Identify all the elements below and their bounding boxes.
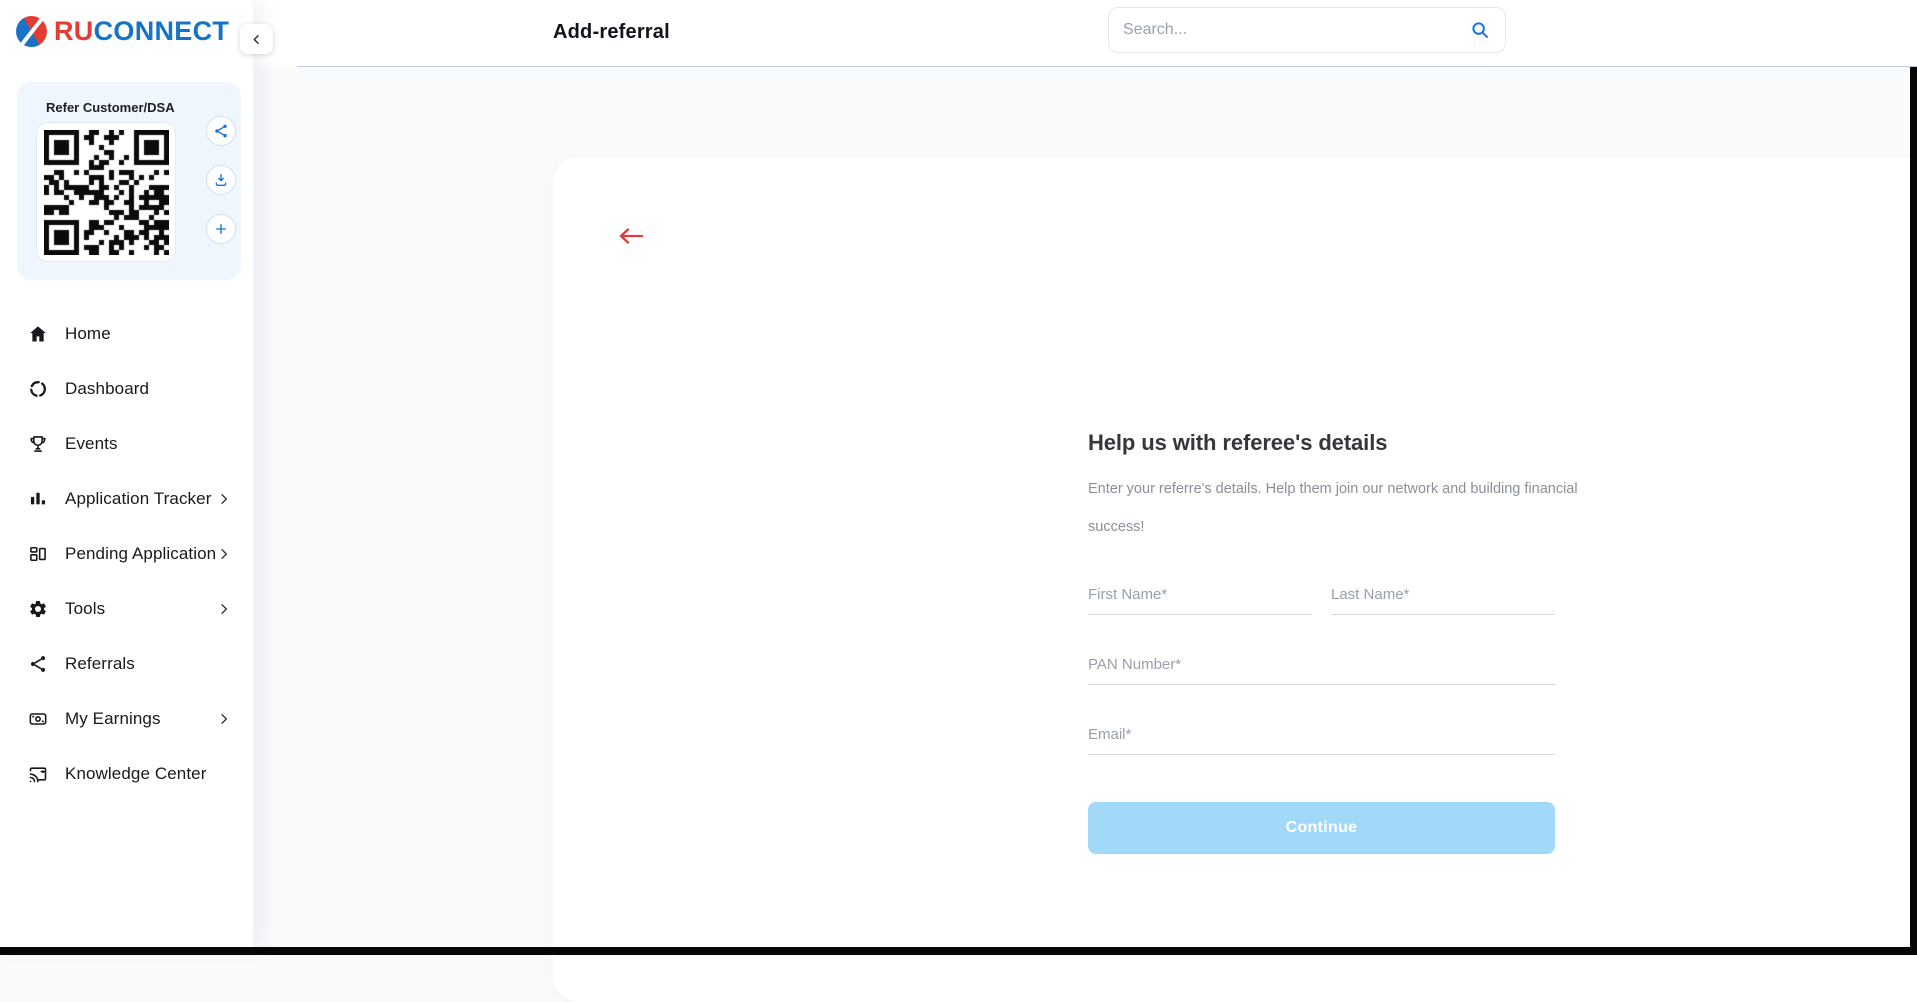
home-icon	[27, 323, 48, 344]
form-heading: Help us with referee's details	[1088, 430, 1555, 456]
sidebar-item-label: My Earnings	[65, 709, 161, 729]
pan-number-field[interactable]	[1088, 645, 1555, 685]
plus-icon	[213, 221, 229, 237]
layout-grid-icon	[27, 543, 48, 564]
form-subtitle: Enter your referre's details. Help them …	[1088, 470, 1623, 546]
qr-code-box	[36, 122, 176, 262]
share-qr-button[interactable]	[206, 116, 236, 146]
cash-icon	[27, 708, 48, 729]
search-bar	[1108, 7, 1506, 53]
continue-button[interactable]: Continue	[1088, 802, 1555, 854]
sidebar-item-label: Knowledge Center	[65, 764, 206, 784]
add-referral-card: Help us with referee's details Enter you…	[553, 157, 1917, 1002]
sidebar-item-label: Home	[65, 324, 111, 344]
refer-card-title: Refer Customer/DSA	[46, 100, 175, 115]
page-title: Add-referral	[553, 21, 670, 44]
horizontal-scrollbar[interactable]	[0, 947, 1917, 955]
sidebar-item-label: Application Tracker	[65, 489, 211, 509]
sidebar-item-label: Dashboard	[65, 379, 149, 399]
last-name-field[interactable]	[1331, 575, 1555, 615]
chevron-right-icon	[216, 601, 232, 617]
arrow-left-icon	[617, 225, 645, 247]
share-network-icon	[27, 653, 48, 674]
sidebar-item-my-earnings[interactable]: My Earnings	[0, 691, 253, 746]
gear-icon	[27, 598, 48, 619]
sidebar-item-events[interactable]: Events	[0, 416, 253, 471]
sidebar-item-label: Events	[65, 434, 118, 454]
ruconnect-logo[interactable]: RUCONNECT	[16, 16, 229, 47]
sidebar: RUCONNECT Refer Customer/DSA	[0, 0, 253, 947]
download-icon	[213, 172, 229, 188]
referee-form: Help us with referee's details Enter you…	[1088, 430, 1555, 854]
sidebar-item-knowledge-center[interactable]: Knowledge Center	[0, 746, 253, 801]
share-icon	[213, 123, 229, 139]
search-input[interactable]	[1123, 21, 1469, 39]
trophy-icon	[27, 433, 48, 454]
sidebar-item-label: Tools	[65, 599, 105, 619]
cast-education-icon	[27, 763, 48, 784]
sidebar-item-label: Pending Application	[65, 544, 216, 564]
download-qr-button[interactable]	[206, 165, 236, 195]
sidebar-menu: Home Dashboard Events Application Tracke…	[0, 306, 253, 801]
first-name-field[interactable]	[1088, 575, 1312, 615]
refer-qr-card: Refer Customer/DSA	[17, 82, 241, 280]
sidebar-item-pending-application[interactable]: Pending Application	[0, 526, 253, 581]
dashboard-icon	[27, 378, 48, 399]
chevron-left-icon	[249, 32, 264, 47]
sidebar-item-home[interactable]: Home	[0, 306, 253, 361]
sidebar-collapse-button[interactable]	[240, 24, 273, 54]
sidebar-item-dashboard[interactable]: Dashboard	[0, 361, 253, 416]
chevron-right-icon	[216, 546, 232, 562]
add-qr-button[interactable]	[206, 214, 236, 244]
email-field[interactable]	[1088, 715, 1555, 755]
vertical-scrollbar[interactable]	[1910, 67, 1917, 955]
header-divider	[297, 66, 1917, 67]
sidebar-item-tools[interactable]: Tools	[0, 581, 253, 636]
content-area: Help us with referee's details Enter you…	[253, 67, 1910, 947]
back-button[interactable]	[617, 223, 651, 249]
qr-code	[44, 130, 169, 255]
chevron-right-icon	[216, 711, 232, 727]
sidebar-item-label: Referrals	[65, 654, 135, 674]
bar-chart-icon	[27, 488, 48, 509]
header: Add-referral ₹ 35.96	[253, 0, 1917, 67]
sidebar-item-application-tracker[interactable]: Application Tracker	[0, 471, 253, 526]
qr-actions	[206, 116, 236, 244]
ruconnect-logo-text: RUCONNECT	[54, 16, 229, 47]
ruconnect-logo-icon	[16, 16, 47, 47]
sidebar-item-referrals[interactable]: Referrals	[0, 636, 253, 691]
magnifier-icon[interactable]	[1469, 19, 1491, 41]
chevron-right-icon	[216, 491, 232, 507]
